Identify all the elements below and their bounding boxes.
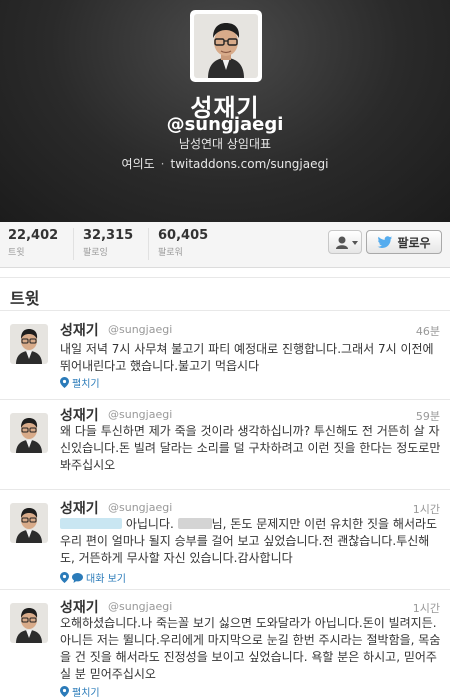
tweet-expand-label: 펼치기: [72, 688, 100, 698]
location-pin-icon: [60, 572, 69, 583]
tweet-expand-label: 펼치기: [72, 379, 100, 390]
stat-tweets-label: 트윗: [8, 248, 25, 258]
redacted-name: [177, 518, 212, 529]
tweet-timestamp[interactable]: 1시간: [413, 501, 440, 517]
avatar-photo: [10, 324, 48, 364]
profile-meta: 여의도 · twitaddons.com/sungjaegi: [0, 155, 450, 172]
tweet-author-handle[interactable]: @sungjaegi: [108, 408, 172, 421]
tweet-text: 아닙니다. 님, 돈도 문제지만 이런 유치한 짓을 해서라도 우리 편이 얼마…: [60, 516, 442, 567]
avatar-photo: [10, 503, 48, 543]
tweet-timestamp[interactable]: 59분: [416, 408, 440, 424]
stat-following-label: 팔로잉: [83, 248, 108, 258]
tweet-text: 내일 저녁 7시 사무쳐 불고기 파티 예정대로 진행합니다.그래서 7시 이전…: [60, 342, 434, 373]
stat-following[interactable]: 32,315 팔로잉: [83, 228, 133, 258]
profile-photo: [194, 14, 258, 78]
tweet-text: 오해하셨습니다.나 죽는꼴 보기 싫으면 도와달라가 아닙니다.돈이 빌려지든.…: [60, 616, 441, 681]
tweet-item[interactable]: 성재기 @sungjaegi 46분 내일 저녁 7시 사무쳐 불고기 파티 예…: [0, 312, 450, 400]
separator-dot: ·: [160, 157, 165, 171]
tweet-author-name[interactable]: 성재기: [60, 597, 99, 617]
tweet-timestamp[interactable]: 1시간: [413, 600, 440, 616]
profile-handle: @sungjaegi: [166, 114, 284, 135]
tweet-author-name[interactable]: 성재기: [60, 320, 99, 340]
tweet-author-name[interactable]: 성재기: [60, 498, 99, 518]
tweet-author-handle[interactable]: @sungjaegi: [108, 323, 172, 336]
profile-bio: 남성연대 상임대표: [178, 137, 272, 151]
stat-followers[interactable]: 60,405 팔로워: [158, 228, 208, 258]
profile-location: 여의도: [121, 157, 155, 171]
conversation-bubble-icon: [72, 572, 83, 583]
view-conversation-label: 대화 보기: [86, 574, 126, 585]
user-actions-dropdown[interactable]: [328, 230, 362, 254]
stat-tweets[interactable]: 22,402 트윗: [8, 228, 58, 258]
tweets-section-header: 트윗: [0, 277, 450, 311]
tweet-avatar[interactable]: [10, 413, 48, 453]
tweet-author-handle[interactable]: @sungjaegi: [108, 501, 172, 514]
tweet-item[interactable]: 성재기 @sungjaegi 59분 왜 다들 투신하면 제가 죽을 것이라 생…: [0, 401, 450, 490]
tweet-avatar[interactable]: [10, 324, 48, 364]
follow-button[interactable]: 팔로우: [366, 230, 442, 254]
user-icon: [336, 236, 358, 249]
tweet-timestamp[interactable]: 46분: [416, 323, 440, 339]
tweet-expand-link[interactable]: 펼치기: [60, 684, 100, 698]
profile-avatar[interactable]: [190, 10, 262, 82]
location-pin-icon: [60, 686, 69, 697]
twitter-bird-icon: [377, 235, 393, 248]
redacted-mention: [60, 518, 122, 529]
location-pin-icon: [60, 377, 69, 388]
stat-divider: [73, 228, 74, 260]
tweet-avatar[interactable]: [10, 503, 48, 543]
stat-following-count: 32,315: [83, 228, 134, 243]
stat-followers-label: 팔로워: [158, 248, 183, 258]
stat-followers-count: 60,405: [158, 228, 209, 243]
stat-divider: [148, 228, 149, 260]
tweet-expand-link[interactable]: 펼치기: [60, 375, 100, 390]
profile-header: 성재기 @sungjaegi 남성연대 상임대표 여의도 · twitaddons.…: [0, 0, 450, 222]
chevron-down-icon: [352, 241, 358, 245]
tweets-section-title: 트윗: [10, 289, 40, 308]
view-conversation-link[interactable]: 대화 보기: [60, 570, 126, 585]
tweet-text: 왜 다들 투신하면 제가 죽을 것이라 생각하십니까? 투신해도 전 거뜬히 살…: [60, 424, 441, 472]
follow-button-label: 팔로우: [397, 235, 431, 250]
tweet-avatar[interactable]: [10, 603, 48, 643]
tweet-item[interactable]: 성재기 @sungjaegi 1시간 오해하셨습니다.나 죽는꼴 보기 싫으면 …: [0, 591, 450, 698]
tweet-author-name[interactable]: 성재기: [60, 405, 99, 425]
tweet-item[interactable]: 성재기 @sungjaegi 1시간 아닙니다. 님, 돈도 문제지만 이런 유…: [0, 491, 450, 590]
tweet-author-handle[interactable]: @sungjaegi: [108, 600, 172, 613]
stat-tweets-count: 22,402: [8, 228, 59, 243]
tweet-text-part: 아닙니다.: [125, 517, 174, 531]
profile-url-link[interactable]: twitaddons.com/sungjaegi: [171, 157, 329, 171]
avatar-photo: [10, 603, 48, 643]
avatar-photo: [10, 413, 48, 453]
